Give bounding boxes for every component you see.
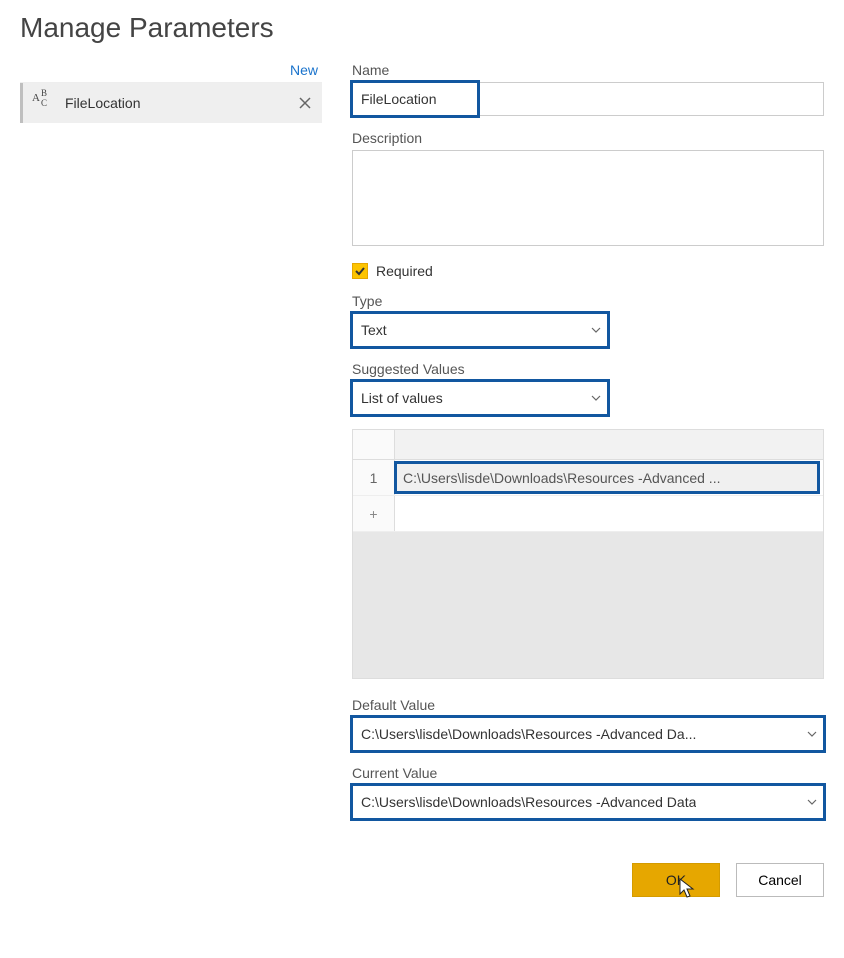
suggested-values-value: List of values (361, 390, 443, 406)
text-type-icon: ABC (31, 94, 55, 112)
type-select[interactable]: Text (352, 313, 608, 347)
remove-parameter-button[interactable] (296, 94, 314, 112)
ok-button[interactable]: OK (632, 863, 720, 897)
suggested-values-label: Suggested Values (352, 361, 824, 377)
ok-button-label: OK (666, 872, 686, 888)
suggested-values-select[interactable]: List of values (352, 381, 608, 415)
name-input[interactable] (352, 82, 824, 116)
type-field-block: Type Text (352, 293, 824, 347)
values-grid-header (353, 430, 823, 460)
suggested-values-field-block: Suggested Values List of values (352, 361, 824, 415)
chevron-down-icon (807, 794, 817, 810)
parameters-side-panel: New ABC FileLocation (20, 62, 322, 833)
name-label: Name (352, 62, 824, 78)
add-row-button[interactable]: + (353, 496, 395, 531)
current-value-text: C:\Users\lisde\Downloads\Resources -Adva… (361, 794, 696, 810)
row-number-header (353, 430, 395, 459)
default-value-field-block: Default Value C:\Users\lisde\Downloads\R… (352, 697, 824, 751)
dialog-body: New ABC FileLocation Name (20, 62, 824, 833)
current-value-field-block: Current Value C:\Users\lisde\Downloads\R… (352, 765, 824, 819)
parameter-item-label: FileLocation (65, 95, 286, 111)
values-list-grid: 1 C:\Users\lisde\Downloads\Resources -Ad… (352, 429, 824, 679)
value-cell[interactable]: C:\Users\lisde\Downloads\Resources -Adva… (395, 462, 819, 493)
values-grid-add-row[interactable]: + (353, 496, 823, 532)
description-input[interactable] (352, 150, 824, 246)
dialog-title: Manage Parameters (20, 12, 824, 44)
values-grid-row[interactable]: 1 C:\Users\lisde\Downloads\Resources -Ad… (353, 460, 823, 496)
dialog-buttons: OK Cancel (20, 863, 824, 897)
add-row-cell[interactable] (395, 496, 823, 531)
cancel-button[interactable]: Cancel (736, 863, 824, 897)
required-checkbox[interactable] (352, 263, 368, 279)
new-parameter-link[interactable]: New (20, 62, 322, 78)
row-number: 1 (353, 460, 395, 495)
name-field-block: Name (352, 62, 824, 116)
chevron-down-icon (807, 726, 817, 742)
chevron-down-icon (591, 390, 601, 406)
value-header-cell (395, 430, 823, 459)
type-label: Type (352, 293, 824, 309)
type-select-value: Text (361, 322, 387, 338)
parameter-list: ABC FileLocation (20, 82, 322, 123)
default-value-text: C:\Users\lisde\Downloads\Resources -Adva… (361, 726, 696, 742)
default-value-select[interactable]: C:\Users\lisde\Downloads\Resources -Adva… (352, 717, 824, 751)
chevron-down-icon (591, 322, 601, 338)
description-field-block: Description (352, 130, 824, 249)
parameter-form: Name Description Required Type Tex (352, 62, 824, 833)
current-value-select[interactable]: C:\Users\lisde\Downloads\Resources -Adva… (352, 785, 824, 819)
parameter-item-filelocation[interactable]: ABC FileLocation (20, 83, 322, 123)
manage-parameters-dialog: Manage Parameters New ABC FileLocation (0, 0, 844, 917)
required-label: Required (376, 263, 433, 279)
required-checkbox-row[interactable]: Required (352, 263, 824, 279)
default-value-label: Default Value (352, 697, 824, 713)
current-value-label: Current Value (352, 765, 824, 781)
description-label: Description (352, 130, 824, 146)
